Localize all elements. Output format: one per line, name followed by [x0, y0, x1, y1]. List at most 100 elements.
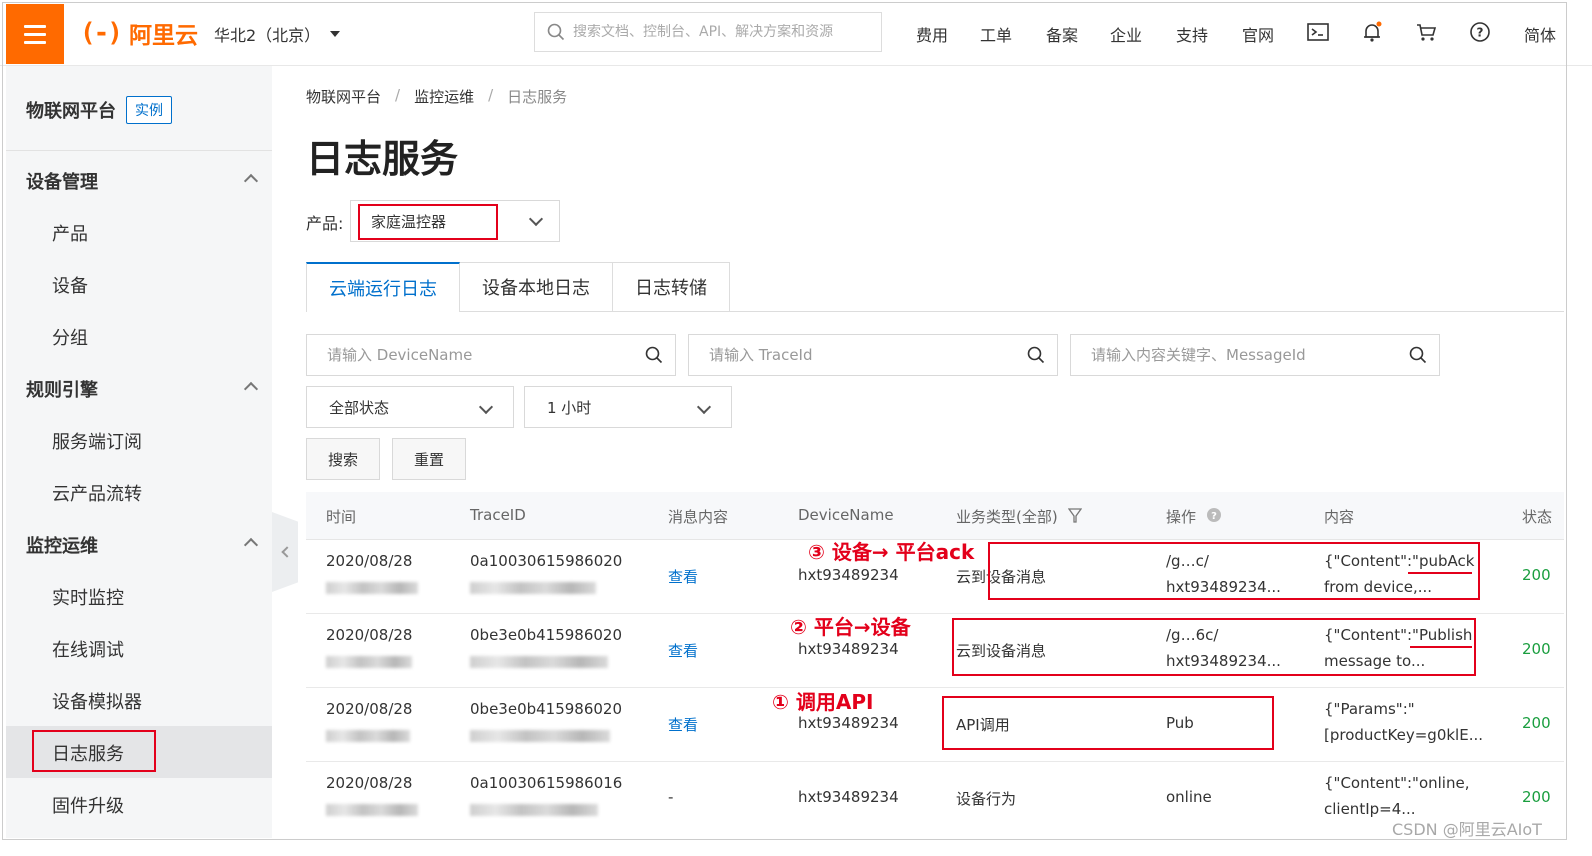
- annotation-underline-puback: [1408, 572, 1472, 574]
- tab-device-local-logs[interactable]: 设备本地日志: [460, 262, 613, 312]
- col-operation: 操作: [1166, 508, 1197, 526]
- highlight-box-product: [358, 204, 498, 240]
- terminal-icon[interactable]: [1306, 20, 1330, 44]
- cell-trace-id: 0be3e0b415986020: [470, 626, 623, 644]
- blurred-trace: [470, 656, 608, 668]
- view-message-link[interactable]: 查看: [668, 640, 698, 661]
- svg-text:?: ?: [1211, 511, 1217, 522]
- view-message-link[interactable]: 查看: [668, 714, 698, 735]
- chevron-up-icon[interactable]: [243, 173, 259, 189]
- nav-billing[interactable]: 费用: [916, 22, 948, 46]
- sidebar-group-rule-engine[interactable]: 规则引擎: [26, 376, 98, 402]
- sidebar-item-data-forwarding[interactable]: 云产品流转: [52, 480, 142, 506]
- time-range-select[interactable]: 1 小时: [524, 386, 732, 428]
- cell-status: 200: [1522, 788, 1551, 806]
- annotation-box-publish: [952, 618, 1476, 676]
- cell-date: 2020/08/28: [326, 774, 413, 792]
- annotation-underline-publish: [1410, 646, 1472, 648]
- cell-date: 2020/08/28: [326, 626, 413, 644]
- region-label: 华北2（北京）: [214, 26, 321, 45]
- col-device-name: DeviceName: [798, 506, 894, 524]
- cell-status: 200: [1522, 640, 1551, 658]
- sidebar-item-group[interactable]: 分组: [52, 324, 88, 350]
- svg-text:?: ?: [1477, 26, 1484, 40]
- sidebar-group-monitoring[interactable]: 监控运维: [26, 532, 98, 558]
- page-title: 日志服务: [306, 137, 459, 181]
- cell-message-empty: -: [668, 788, 674, 806]
- logo[interactable]: (-) 阿里云: [80, 16, 198, 50]
- blurred-trace: [470, 730, 610, 742]
- page: (-) 阿里云 华北2（北京） 费用 工单 备案 企业 支持 官网 ? 简体: [0, 0, 1592, 856]
- search-icon[interactable]: [1027, 346, 1045, 364]
- language-switch[interactable]: 简体: [1524, 22, 1556, 46]
- sidebar-group-device-management[interactable]: 设备管理: [26, 168, 98, 194]
- trace-id-filter[interactable]: [688, 334, 1058, 376]
- sidebar-item-realtime-monitor[interactable]: 实时监控: [52, 584, 124, 610]
- nav-enterprise[interactable]: 企业: [1110, 22, 1142, 46]
- cell-date: 2020/08/28: [326, 552, 413, 570]
- sidebar-title: 物联网平台: [26, 101, 116, 122]
- log-tabs: 云端运行日志 设备本地日志 日志转储: [306, 262, 730, 312]
- content-input[interactable]: [1091, 346, 1391, 364]
- breadcrumb-item-iot[interactable]: 物联网平台: [306, 86, 381, 107]
- watermark: CSDN @阿里云AIoT: [1392, 820, 1542, 839]
- help-icon[interactable]: ?: [1468, 20, 1492, 44]
- trace-id-input[interactable]: [709, 346, 1009, 364]
- col-content: 内容: [1324, 508, 1355, 526]
- chevron-up-icon[interactable]: [243, 537, 259, 553]
- cell-device-name: hxt93489234: [798, 788, 899, 806]
- view-message-link[interactable]: 查看: [668, 566, 698, 587]
- sidebar-item-device[interactable]: 设备: [52, 272, 88, 298]
- tab-cloud-logs[interactable]: 云端运行日志: [306, 262, 460, 312]
- cell-date: 2020/08/28: [326, 700, 413, 718]
- nav-support[interactable]: 支持: [1176, 22, 1208, 46]
- highlight-box-log-service: [32, 730, 156, 772]
- col-trace-id: TraceID: [470, 506, 526, 524]
- cell-device-name: hxt93489234: [798, 714, 899, 732]
- search-button[interactable]: 搜索: [306, 438, 380, 480]
- menu-icon[interactable]: [6, 4, 64, 64]
- chevron-left-icon: [281, 546, 293, 558]
- sidebar-item-online-debug[interactable]: 在线调试: [52, 636, 124, 662]
- cart-icon[interactable]: [1414, 20, 1438, 44]
- chevron-up-icon[interactable]: [243, 381, 259, 397]
- cell-device-name: hxt93489234: [798, 640, 899, 658]
- table-row: 2020/08/28 0a10030615986016 - hxt9348923…: [306, 762, 1564, 836]
- cell-operation: online: [1166, 788, 1212, 806]
- device-name-filter[interactable]: [306, 334, 676, 376]
- blurred-trace: [470, 582, 596, 594]
- nav-tickets[interactable]: 工单: [980, 22, 1012, 46]
- search-icon[interactable]: [1409, 346, 1427, 364]
- sidebar-item-firmware-upgrade[interactable]: 固件升级: [52, 792, 124, 818]
- reset-button[interactable]: 重置: [392, 438, 466, 480]
- sidebar-collapse-handle[interactable]: [272, 512, 298, 592]
- bell-icon[interactable]: [1360, 20, 1384, 44]
- global-search-input[interactable]: [573, 24, 863, 40]
- breadcrumb-separator: /: [395, 86, 401, 104]
- nav-official-site[interactable]: 官网: [1242, 22, 1274, 46]
- instance-badge[interactable]: 实例: [126, 96, 172, 124]
- blurred-time: [326, 582, 418, 594]
- breadcrumb-item-monitoring[interactable]: 监控运维: [414, 86, 474, 107]
- question-icon[interactable]: ?: [1206, 507, 1222, 523]
- global-search[interactable]: [534, 12, 882, 52]
- content-filter[interactable]: [1070, 334, 1440, 376]
- col-biz-type[interactable]: 业务类型(全部): [956, 506, 1058, 527]
- sidebar-item-product[interactable]: 产品: [52, 220, 88, 246]
- table-row: 2020/08/28 0be3e0b415986020 查看 hxt934892…: [306, 688, 1564, 762]
- device-name-input[interactable]: [327, 346, 627, 364]
- filter-icon[interactable]: [1068, 508, 1082, 524]
- sidebar-item-device-simulator[interactable]: 设备模拟器: [52, 688, 142, 714]
- cell-biz-type: 设备行为: [956, 790, 1017, 808]
- breadcrumb: 物联网平台 / 监控运维 / 日志服务: [306, 86, 567, 107]
- search-icon[interactable]: [645, 346, 663, 364]
- chevron-down-icon: [696, 399, 712, 415]
- blurred-time: [326, 656, 412, 668]
- tab-log-dump[interactable]: 日志转储: [613, 262, 730, 312]
- region-selector[interactable]: 华北2（北京）: [214, 22, 341, 46]
- nav-icp[interactable]: 备案: [1046, 22, 1078, 46]
- sidebar-item-server-subscription[interactable]: 服务端订阅: [52, 428, 142, 454]
- cell-status: 200: [1522, 714, 1551, 732]
- status-select[interactable]: 全部状态: [306, 386, 514, 428]
- time-range-value: 1 小时: [547, 398, 592, 417]
